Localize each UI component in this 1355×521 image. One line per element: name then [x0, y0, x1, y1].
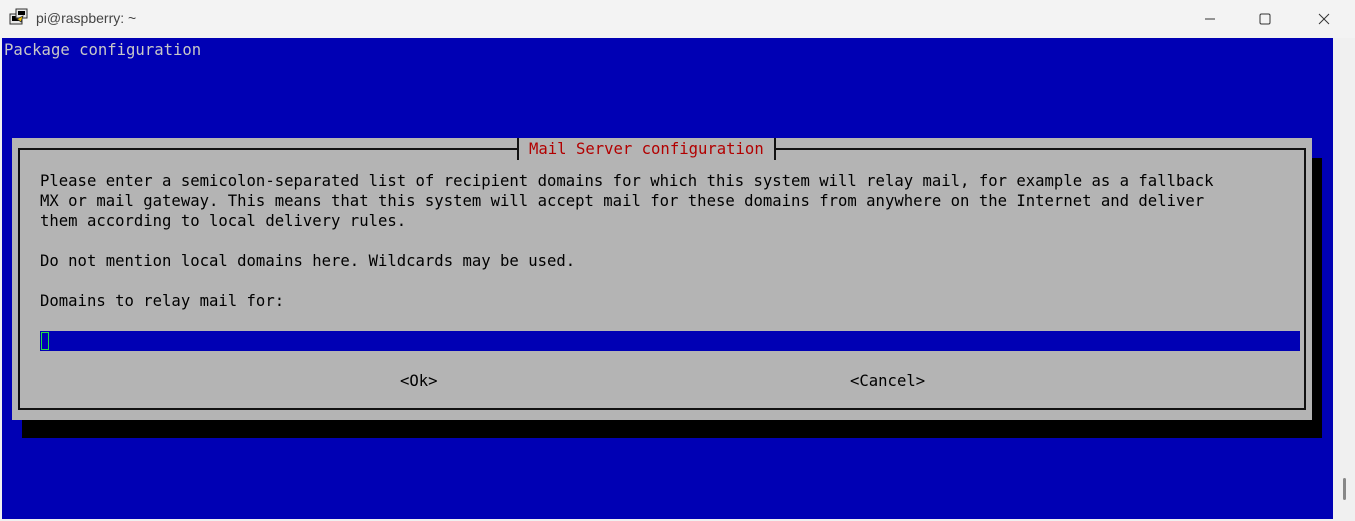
- close-button[interactable]: [1295, 0, 1353, 38]
- dialog-description: Please enter a semicolon-separated list …: [40, 172, 1214, 230]
- maximize-button[interactable]: [1236, 0, 1294, 38]
- dialog-title: Mail Server configuration: [517, 138, 776, 160]
- close-icon: [1318, 13, 1330, 25]
- ok-button[interactable]: <Ok>: [400, 371, 438, 391]
- text-cursor: [41, 332, 49, 350]
- terminal-window: pi@raspberry: ~ Package configuration Pl…: [0, 0, 1355, 521]
- mail-server-dialog: Please enter a semicolon-separated list …: [12, 138, 1312, 420]
- package-configuration-header: Package configuration: [4, 41, 202, 59]
- relay-domains-label: Domains to relay mail for:: [40, 292, 285, 310]
- dialog-frame: Please enter a semicolon-separated list …: [18, 148, 1306, 410]
- scrollbar-thumb[interactable]: [1343, 478, 1346, 500]
- putty-icon[interactable]: [9, 8, 29, 28]
- maximize-icon: [1259, 13, 1271, 25]
- minimize-button[interactable]: [1181, 0, 1239, 38]
- window-title: pi@raspberry: ~: [36, 10, 137, 26]
- cancel-button[interactable]: <Cancel>: [850, 371, 925, 391]
- relay-domains-input[interactable]: [40, 331, 1300, 351]
- terminal-screen[interactable]: Package configuration Please enter a sem…: [2, 38, 1333, 519]
- minimize-icon: [1205, 18, 1215, 20]
- vertical-scrollbar[interactable]: [1335, 38, 1355, 521]
- dialog-note: Do not mention local domains here. Wildc…: [40, 252, 576, 270]
- title-bar[interactable]: pi@raspberry: ~: [0, 0, 1355, 38]
